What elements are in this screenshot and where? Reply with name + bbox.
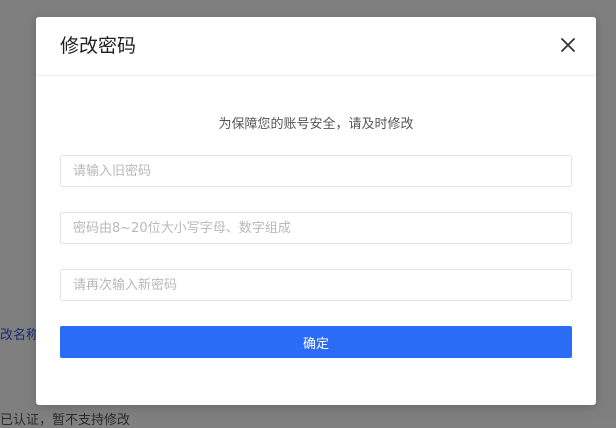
new-password-input[interactable] <box>60 212 572 244</box>
confirm-password-input[interactable] <box>60 269 572 301</box>
dialog-header: 修改密码 <box>36 17 596 76</box>
confirm-button[interactable]: 确定 <box>60 326 572 358</box>
old-password-input[interactable] <box>60 155 572 187</box>
background-status-text: 已认证，暂不支持修改 <box>0 413 131 428</box>
dialog-title: 修改密码 <box>60 35 137 57</box>
change-password-dialog: 修改密码 为保障您的账号安全，请及时修改 确定 <box>36 17 596 405</box>
background-link-text: 改名称 <box>0 328 40 343</box>
close-button[interactable] <box>560 37 576 53</box>
dialog-subtitle: 为保障您的账号安全，请及时修改 <box>218 117 414 132</box>
close-icon <box>561 38 575 52</box>
